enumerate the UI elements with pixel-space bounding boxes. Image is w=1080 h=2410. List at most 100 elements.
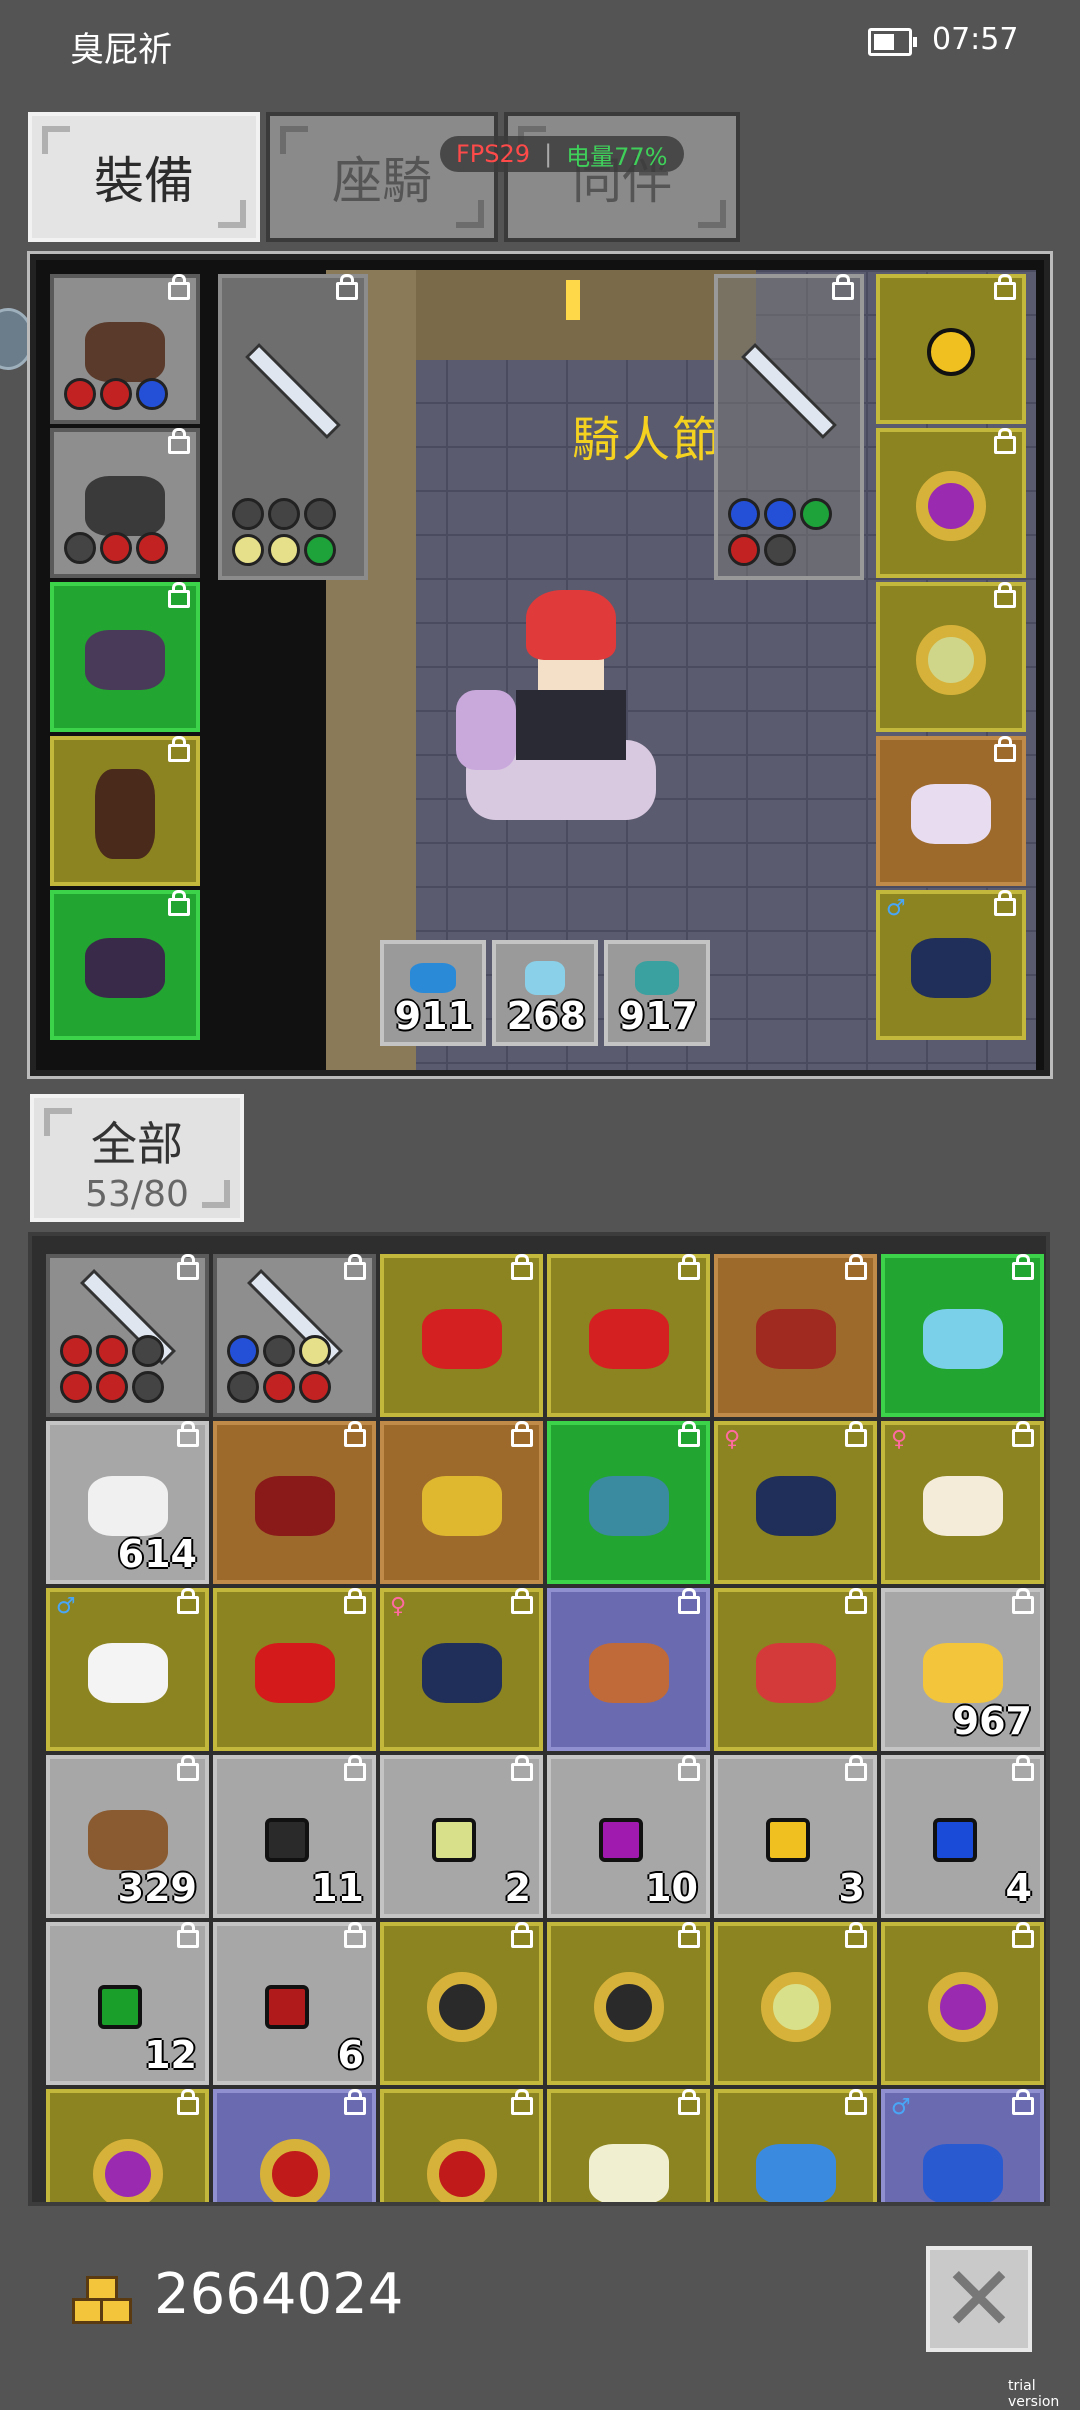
inventory-slot[interactable]: ♀: [714, 1421, 877, 1584]
lock-icon: [168, 736, 190, 762]
quick-item-blue-bird[interactable]: 911: [380, 940, 486, 1046]
equip-slot-gloves[interactable]: [50, 582, 200, 732]
lock-icon: [1012, 1755, 1034, 1781]
lock-icon: [177, 1254, 199, 1280]
lock-icon: [1012, 1922, 1034, 1948]
lock-icon: [168, 890, 190, 916]
lock-icon: [1012, 2089, 1034, 2115]
equip-slot-amulet[interactable]: [876, 274, 1026, 424]
inventory-slot[interactable]: 3: [714, 1755, 877, 1918]
crystal-belt-icon: [922, 1308, 1003, 1369]
inventory-slot[interactable]: 329: [46, 1755, 209, 1918]
gold-ring-icon: [421, 1475, 502, 1536]
rooster-pet-icon: [755, 1642, 836, 1703]
scene-banner: 騎人節: [572, 412, 723, 468]
lock-icon: [177, 2089, 199, 2115]
inventory-slot[interactable]: ♂: [881, 2089, 1044, 2202]
inventory-slot[interactable]: ♀: [881, 1421, 1044, 1584]
inventory-slot[interactable]: 4: [881, 1755, 1044, 1918]
close-button[interactable]: ✕: [926, 2246, 1032, 2352]
inventory-slot[interactable]: 967: [881, 1588, 1044, 1751]
socket-icon: [268, 534, 300, 566]
inventory-slot[interactable]: [714, 1588, 877, 1751]
red-bow-icon: [421, 1308, 502, 1369]
inventory-slot[interactable]: [547, 1922, 710, 2085]
equip-slot-ring-1[interactable]: [876, 428, 1026, 578]
inventory-slot[interactable]: [714, 1922, 877, 2085]
performance-overlay: FPS29 | 电量77%: [440, 136, 684, 172]
inventory-slot[interactable]: [881, 1922, 1044, 2085]
tab-companion[interactable]: 同伴: [504, 112, 740, 242]
inventory-slot[interactable]: ♀: [380, 1588, 543, 1751]
equip-slot-boots[interactable]: [50, 736, 200, 886]
inventory-slot[interactable]: [714, 1254, 877, 1417]
inventory-slot[interactable]: [881, 1254, 1044, 1417]
inventory-slot[interactable]: [213, 1254, 376, 1417]
inventory-slot[interactable]: [547, 1421, 710, 1584]
equip-slot-pet[interactable]: ♂: [876, 890, 1026, 1040]
inventory-slot[interactable]: 10: [547, 1755, 710, 1918]
inventory-slot[interactable]: [380, 1254, 543, 1417]
inventory-slot[interactable]: 614: [46, 1421, 209, 1584]
purple-gem-icon: [598, 1817, 643, 1862]
amulet-icon: [927, 327, 975, 376]
inventory-slot[interactable]: [547, 1254, 710, 1417]
sockets: [232, 498, 342, 566]
inventory-slot[interactable]: [213, 2089, 376, 2202]
tab-label: 座騎: [332, 152, 432, 210]
lock-icon: [344, 1755, 366, 1781]
inventory-slot[interactable]: [380, 1421, 543, 1584]
inventory-slot[interactable]: ♂: [46, 1588, 209, 1751]
equip-slot-cape[interactable]: [50, 890, 200, 1040]
inventory-filter-all[interactable]: 全部 53/80: [30, 1094, 244, 1222]
inventory-slot[interactable]: [213, 1421, 376, 1584]
inventory-slot[interactable]: [380, 2089, 543, 2202]
equip-slot-armor[interactable]: [50, 428, 200, 578]
box-icon: [525, 961, 565, 996]
inventory-slot[interactable]: [46, 1254, 209, 1417]
quick-item-box[interactable]: 268: [492, 940, 598, 1046]
equip-slot-weapon[interactable]: [218, 274, 368, 580]
battery-icon: [868, 28, 917, 56]
item-count: 911: [394, 994, 474, 1038]
quick-item-gem-pouch[interactable]: 917: [604, 940, 710, 1046]
inventory-slot[interactable]: [213, 1588, 376, 1751]
equip-slot-helmet[interactable]: [50, 274, 200, 424]
treasure-chest-pet-icon: [922, 2143, 1003, 2202]
socket-icon: [132, 1371, 164, 1403]
equip-slot-mount[interactable]: [876, 736, 1026, 886]
status-bar: 臭屁祈 07:57: [0, 0, 1080, 90]
gloves-icon: [85, 629, 165, 690]
socket-icon: [136, 532, 168, 564]
blue-amulet-icon: [755, 2143, 836, 2202]
inventory-slot[interactable]: [547, 1588, 710, 1751]
cape-icon: [85, 937, 165, 998]
inventory-slot[interactable]: 12: [46, 1922, 209, 2085]
socket-icon: [263, 1335, 295, 1367]
inventory-slot[interactable]: [714, 2089, 877, 2202]
equip-slot-ring-2[interactable]: [876, 582, 1026, 732]
inventory-panel[interactable]: 614 ♀ ♀ ♂ ♀ 967 329 11 2 10 3 4 12 6 ♂: [28, 1232, 1050, 2206]
lock-icon: [344, 1254, 366, 1280]
hero-hair: [526, 590, 616, 660]
hero-character[interactable]: [456, 590, 656, 830]
tab-equipment[interactable]: 裝備: [28, 112, 260, 242]
inventory-slot[interactable]: 6: [213, 1922, 376, 2085]
lock-icon: [832, 274, 854, 300]
inventory-slot[interactable]: 2: [380, 1755, 543, 1918]
inventory-slot[interactable]: [547, 2089, 710, 2202]
socket-icon: [764, 534, 796, 566]
item-count: 12: [144, 2033, 197, 2077]
lock-icon: [511, 2089, 533, 2115]
lock-icon: [994, 274, 1016, 300]
tab-mount[interactable]: 座騎: [266, 112, 498, 242]
inventory-slot[interactable]: [380, 1922, 543, 2085]
inventory-slot[interactable]: 11: [213, 1755, 376, 1918]
equip-slot-offhand[interactable]: [714, 274, 864, 580]
floating-bubble[interactable]: [0, 308, 34, 370]
lock-icon: [511, 1588, 533, 1614]
socket-icon: [764, 498, 796, 530]
inventory-slot[interactable]: [46, 2089, 209, 2202]
lock-icon: [511, 1254, 533, 1280]
inventory-grid: 614 ♀ ♀ ♂ ♀ 967 329 11 2 10 3 4 12 6 ♂: [46, 1254, 1044, 2202]
